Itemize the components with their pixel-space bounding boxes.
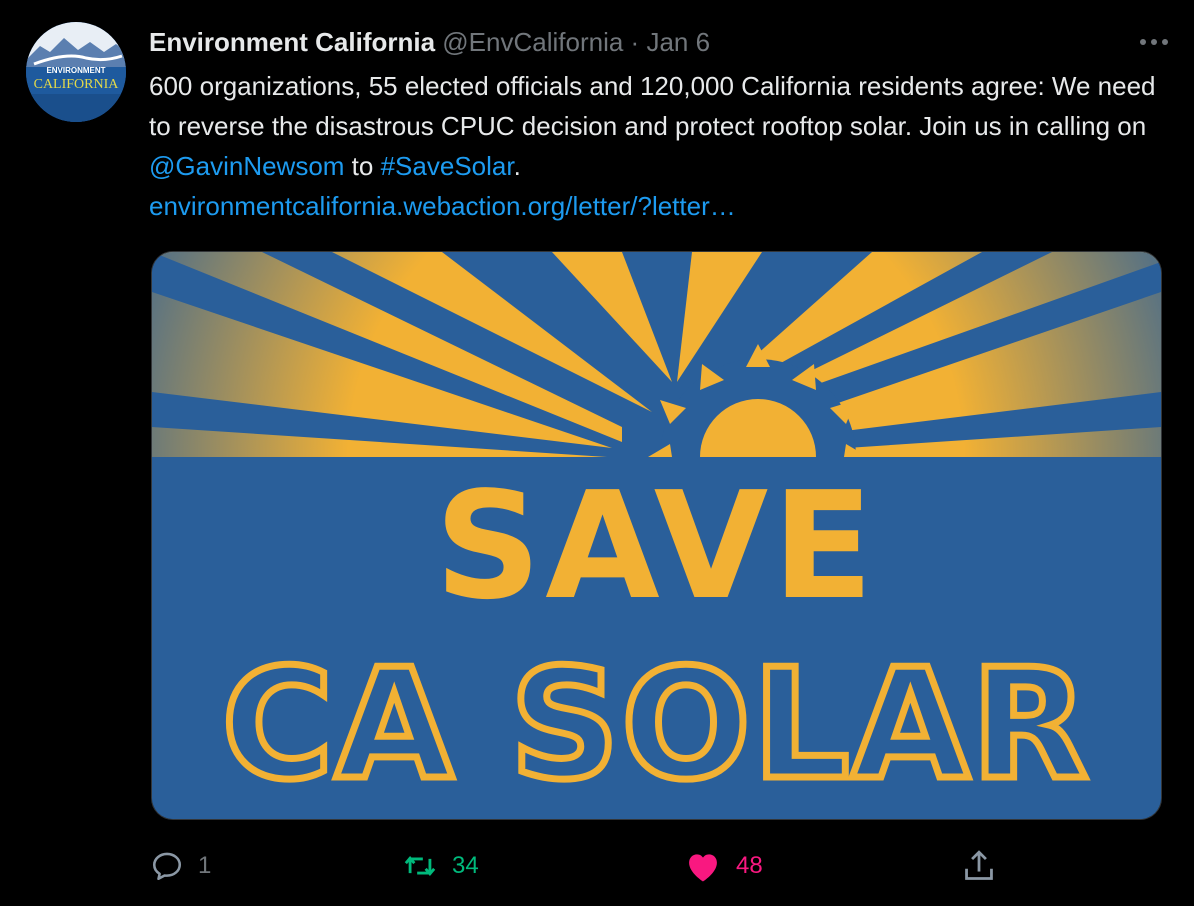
like-count: 48 bbox=[736, 852, 763, 879]
more-button[interactable] bbox=[1134, 22, 1174, 62]
retweet-icon bbox=[404, 856, 436, 876]
mention-link[interactable]: @GavinNewsom bbox=[149, 151, 344, 181]
reply-count: 1 bbox=[198, 852, 212, 879]
separator: · bbox=[630, 27, 640, 57]
display-name[interactable]: Environment California bbox=[149, 27, 435, 57]
tweet-text-part3: . bbox=[513, 151, 521, 181]
tweet-header: Environment California @EnvCalifornia · … bbox=[149, 24, 1154, 60]
tweet-date[interactable]: Jan 6 bbox=[646, 27, 710, 57]
like-button[interactable]: 48 bbox=[684, 844, 763, 888]
heart-icon bbox=[689, 854, 717, 882]
url-link[interactable]: environmentcalifornia.webaction.org/lett… bbox=[149, 191, 736, 221]
tweet-text: 600 organizations, 55 elected officials … bbox=[149, 66, 1159, 226]
avatar-text-bottom: CALIFORNIA bbox=[34, 77, 120, 92]
hashtag-link[interactable]: #SaveSolar bbox=[381, 151, 514, 181]
more-icon bbox=[1140, 39, 1168, 45]
avatar-text-top: ENVIRONMENT bbox=[46, 66, 105, 75]
reply-button[interactable]: 1 bbox=[150, 844, 211, 888]
tweet-text-part2: to bbox=[344, 151, 381, 181]
share-icon bbox=[965, 850, 993, 880]
avatar[interactable]: ENVIRONMENT CALIFORNIA bbox=[26, 22, 126, 122]
banner-save-text: SAVE bbox=[435, 460, 878, 632]
tweet-image[interactable]: SAVE CA SOLAR bbox=[151, 251, 1162, 820]
tweet-actions: 1 34 48 bbox=[0, 844, 1194, 888]
handle[interactable]: @EnvCalifornia bbox=[442, 27, 623, 57]
share-button[interactable] bbox=[962, 844, 996, 888]
banner-ca-solar-text: CA SOLAR bbox=[222, 636, 1090, 813]
reply-icon bbox=[152, 852, 182, 881]
retweet-button[interactable]: 34 bbox=[402, 844, 479, 888]
retweet-count: 34 bbox=[452, 852, 479, 879]
tweet-text-part1: 600 organizations, 55 elected officials … bbox=[149, 71, 1156, 141]
